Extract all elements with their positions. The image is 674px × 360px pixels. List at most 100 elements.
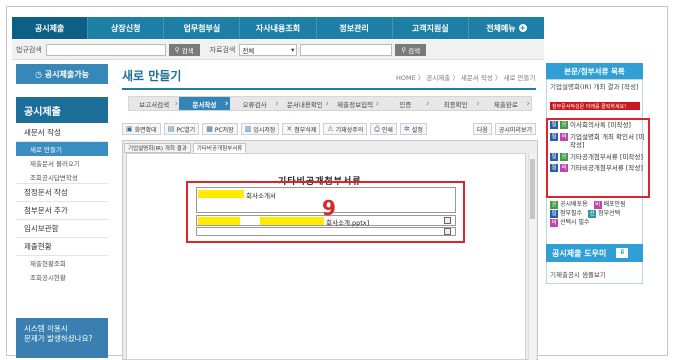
attachment-list-item[interactable]: 필 공 기타공개첨부서류 [미작성] [550, 152, 646, 162]
sidebar-item-load-submitted[interactable]: 제출문서 불러오기 [16, 156, 108, 170]
step-5: 제출정보입력 [330, 97, 380, 110]
nav-tab-support[interactable]: 고객지원실 [393, 17, 469, 39]
zoom-button[interactable]: ▣ 화면확대 [122, 123, 161, 135]
data-search-input[interactable] [300, 43, 393, 56]
top-nav: 공시제출 상장신청 업무첨부실 자사내용조회 정보관리 고객지원실 전체메뉴 + [12, 17, 544, 39]
pc-save-button[interactable]: ▦ PC저장 [202, 123, 238, 135]
disclosure-available-button[interactable]: ◷ 공시제출가능 [16, 64, 108, 84]
system-help-banner[interactable]: 시스템 이용시 문제가 발생하셨나요? [16, 318, 108, 358]
pc-open-button[interactable]: ▤ PC열기 [163, 123, 200, 135]
search-icon: ⚲ [401, 45, 409, 54]
delete-attachment-icon: ✕ [286, 125, 293, 133]
sidebar-item-inquiry-status[interactable]: 조회공시현황 [16, 270, 108, 284]
preview-button[interactable]: 공시미리보기 [494, 123, 536, 135]
legend-row: 공 공시배포용 비 배포안됨 [550, 200, 642, 209]
badge-icon: 공 [560, 121, 568, 129]
legend-label: 배포안됨 [603, 201, 626, 208]
notice-button[interactable]: ⚠ 기재상주의 [323, 123, 368, 135]
doc-tab-private-attachment[interactable]: 기타비공개첨부서류 [192, 143, 247, 153]
legend-row: 필 첨부필수 선 첨부선택 [550, 209, 642, 218]
badge-icon: 필 [550, 164, 558, 172]
pc-save-icon: ▦ [206, 125, 213, 133]
attachment-list-item[interactable]: 필 공 이사회의사록 [미작성] [550, 121, 646, 130]
help-header: 공시제출 도우미 ⅱ [546, 244, 643, 262]
data-search-button[interactable]: ⚲ 검색 [395, 43, 427, 56]
nav-tab-info-management[interactable]: 정보관리 [317, 17, 393, 39]
sidebar-item-correction[interactable]: 정정문서 작성 [16, 184, 108, 202]
nav-tab-attachments[interactable]: 업무첨부실 [164, 17, 241, 39]
legend-label: 첨부필수 [560, 210, 583, 217]
sidebar-item-create-new[interactable]: 새로 만들기 [16, 142, 108, 156]
temp-save-button[interactable]: ▥ 임시저장 [240, 123, 280, 135]
document-tabs: 기업설명회(IR) 개최 결과 기타비공개첨부서류 [124, 143, 247, 153]
badge-icon: 필 [550, 209, 558, 218]
plus-icon: + [518, 24, 527, 32]
sidebar-menu: 새문서 작성 새로 만들기 제출문서 불러오기 조회공시답변작성 정정문서 작성… [16, 124, 108, 284]
badge-icon: 필 [550, 132, 558, 141]
attachment-list-header: 본문/첨부서류 목록 [546, 63, 643, 79]
legend-label: 선택시 필수 [560, 219, 590, 226]
nav-tab-company-lookup[interactable]: 자사내용조회 [240, 17, 317, 39]
page-title: 새로 만들기 [122, 69, 182, 83]
notice-icon: ⚠ [327, 125, 334, 133]
data-search-label: 자료검색 [209, 45, 236, 54]
nav-tab-all-menu[interactable]: 전체메뉴 + [469, 17, 544, 39]
legend-label: 공시배포용 [560, 201, 588, 208]
step-6: 인증 [380, 97, 430, 110]
badge-icon: 선 [588, 209, 597, 218]
sidebar-item-add-attachment[interactable]: 첨부문서 추가 [16, 202, 108, 220]
attachment-item-label: 기업설명회 개최 확인서 [미작성] [570, 132, 645, 150]
doc-tab-ir-result[interactable]: 기업설명회(IR) 개최 결과 [124, 143, 191, 153]
step-4: 문서내용확인 [280, 97, 330, 110]
search-icon: ⚲ [174, 45, 182, 54]
step-7: 최종확인 [431, 97, 481, 110]
badge-icon: 공 [550, 200, 558, 209]
next-button[interactable]: 다음 [472, 123, 492, 135]
editor-toolbar: ▣ 화면확대 ▤ PC열기 ▦ PC저장 ▥ 임시저장 ✕ 첨부삭제 ⚠ 기재상주의 ⎙ 인쇄 ✲ 설정 다음 공… [122, 122, 536, 136]
sidebar-item-inquiry-answer[interactable]: 조회공시답변작성 [16, 170, 108, 184]
delete-attachment-button[interactable]: ✕ 첨부삭제 [282, 123, 321, 135]
help-line-1: 시스템 이용시 [24, 324, 68, 333]
pc-open-icon: ▤ [167, 125, 175, 133]
toolbar-label: 인쇄 [381, 126, 393, 134]
sidebar-item-new-doc[interactable]: 새문서 작성 [16, 124, 108, 142]
nav-tab-listing[interactable]: 상장신청 [88, 17, 165, 39]
document-scrollbar[interactable] [528, 153, 536, 360]
sample-view-link[interactable]: 기제출공시 샘플보기 [550, 269, 606, 279]
attachment-list-item[interactable]: 필 비 기타비공개첨부서류 [작성] [550, 164, 646, 173]
print-icon: ⎙ [374, 124, 380, 133]
search-row: 법규검색 ⚲ 검색 자료검색 전체 ▾ ⚲ 검색 [12, 40, 544, 60]
sidebar-title: 공시제출 [16, 97, 108, 123]
law-search-button[interactable]: ⚲ 검색 [168, 43, 200, 56]
badge-icon: 필 [550, 152, 558, 161]
law-search-input[interactable] [45, 43, 166, 56]
nav-tab-disclosure[interactable]: 공시제출 [12, 17, 89, 39]
annotation-number: 9 [322, 196, 336, 220]
toolbar-label: PC저장 [214, 126, 234, 134]
attachment-list-item[interactable]: 필 비 기업설명회 개최 확인서 [미작성] [550, 132, 646, 150]
print-button[interactable]: ⎙ 인쇄 [370, 123, 397, 135]
toolbar-label: 첨부삭제 [294, 126, 317, 134]
sidebar-item-submit-status[interactable]: 제출현황 [16, 238, 108, 256]
scrollbar-thumb[interactable] [530, 159, 535, 219]
toolbar-label: 기재상주의 [335, 126, 364, 134]
sidebar-item-temp-storage[interactable]: 임시보관함 [16, 220, 108, 238]
attachment-item-label: 기타비공개첨부서류 [작성] [570, 164, 643, 172]
toolbar-label: 설정 [411, 126, 423, 134]
data-search-select[interactable]: 전체 ▾ [239, 43, 298, 56]
badge-icon: 비 [550, 218, 558, 227]
step-8: 제출완료 [481, 97, 531, 110]
law-search-label: 법규검색 [16, 45, 42, 54]
toolbar-label: 화면확대 [134, 126, 157, 134]
clock-icon: ◷ [35, 69, 45, 79]
step-2: 문서작성 [179, 97, 230, 110]
toolbar-label: PC열기 [176, 126, 196, 134]
settings-button[interactable]: ✲ 설정 [399, 123, 427, 135]
attachment-item-label: 이사회의사록 [미작성] [570, 121, 631, 129]
main-document-link[interactable]: 기업설명회(IR) 개최 결과 [작성] [550, 83, 640, 92]
help-line-2: 문제가 발생하셨나요? [24, 334, 93, 343]
sidebar-item-status-lookup[interactable]: 제출현황조회 [16, 256, 108, 270]
all-menu-label: 전체메뉴 [486, 23, 516, 33]
badge-icon: 비 [560, 132, 568, 141]
temp-save-icon: ▥ [244, 125, 252, 133]
